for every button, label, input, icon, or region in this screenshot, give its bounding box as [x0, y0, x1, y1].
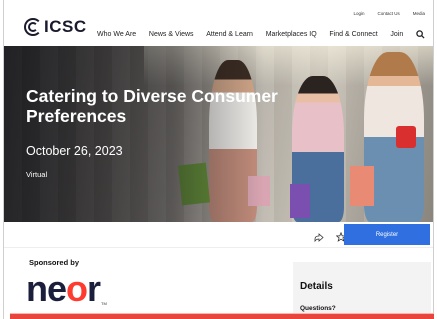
- site-header: ICSC Login Contact Us Media Who We Are N…: [4, 0, 433, 46]
- near-logo-text: ne: [26, 268, 67, 309]
- search-icon[interactable]: [416, 30, 425, 39]
- event-title: Catering to Diverse Consumer Preferences: [26, 86, 278, 126]
- nav-item-find-connect[interactable]: Find & Connect: [329, 31, 377, 38]
- logo-text: ICSC: [44, 17, 87, 36]
- icsc-logo[interactable]: ICSC: [24, 17, 87, 37]
- details-heading: Details: [300, 281, 333, 292]
- logo-mark-icon: [24, 18, 42, 36]
- contact-us-link[interactable]: Contact Us: [377, 11, 399, 16]
- nav-item-join[interactable]: Join: [390, 31, 403, 38]
- questions-heading: Questions?: [300, 305, 336, 312]
- sponsored-by-label: Sponsored by: [29, 258, 80, 267]
- utility-nav: Login Contact Us Media: [353, 11, 425, 16]
- register-button[interactable]: Register: [344, 224, 430, 245]
- login-link[interactable]: Login: [353, 11, 364, 16]
- event-date: October 26, 2023: [26, 144, 123, 158]
- event-action-bar: Register: [4, 222, 433, 248]
- shopping-bag: [396, 126, 416, 148]
- share-icon[interactable]: [314, 230, 324, 243]
- notification-banner[interactable]: [10, 313, 434, 319]
- nav-item-attend-learn[interactable]: Attend & Learn: [206, 31, 253, 38]
- nav-item-news-views[interactable]: News & Views: [149, 31, 194, 38]
- nav-item-who-we-are[interactable]: Who We Are: [97, 31, 136, 38]
- near-sponsor-logo[interactable]: ne o r TM: [26, 268, 107, 309]
- trademark-mark: TM: [101, 301, 107, 306]
- shopping-bag: [350, 166, 374, 206]
- event-format: Virtual: [26, 170, 48, 179]
- nav-item-marketplaces-iq[interactable]: Marketplaces IQ: [266, 31, 317, 38]
- near-logo-text-end: r: [87, 268, 101, 309]
- shopping-bag: [290, 184, 310, 218]
- main-nav: Who We Are News & Views Attend & Learn M…: [97, 30, 425, 39]
- details-panel: Details Questions?: [293, 262, 431, 319]
- hero-banner: Catering to Diverse Consumer Preferences…: [4, 46, 433, 222]
- page-frame: ICSC Login Contact Us Media Who We Are N…: [3, 0, 434, 319]
- near-logo-accent: o: [66, 268, 88, 309]
- media-link[interactable]: Media: [413, 11, 425, 16]
